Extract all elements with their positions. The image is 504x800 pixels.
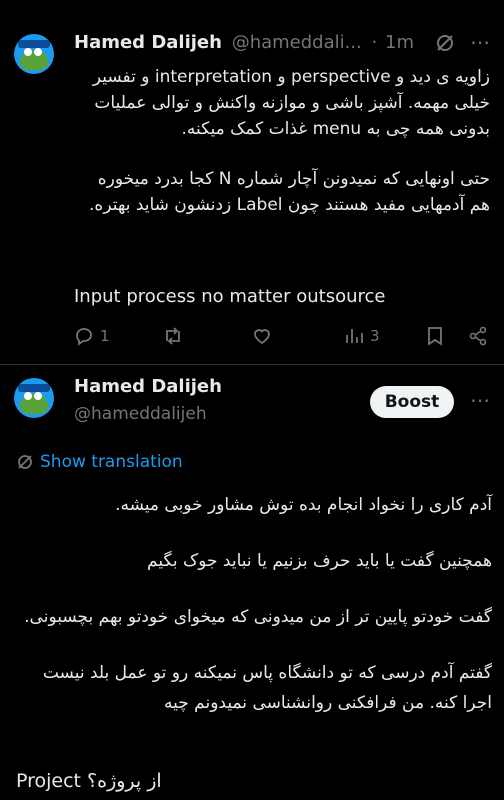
heart-icon [254,329,270,345]
timestamp[interactable]: 1m [385,32,414,53]
tweet-paragraph: گفت خودتو پایین تر از من میدونی که میخوا… [24,607,492,627]
bookmark-icon [428,327,442,346]
tweet-paragraph: زاویه ی دید و perspective و interpretati… [92,67,490,139]
like-button[interactable] [252,326,272,346]
show-translation-link[interactable]: Show translation [16,452,183,472]
show-translation-label[interactable]: Show translation [40,452,183,472]
boost-button[interactable]: Boost [370,386,454,418]
separator-dot: · [371,32,378,53]
bookmark-button[interactable] [426,326,444,346]
share-icon [469,326,487,346]
more-icon[interactable]: ⋯ [470,388,490,412]
tweet-paragraph: گفتم آدم درسی که تو دانشگاه پاس نمیکنه ر… [42,663,492,713]
reply-count: 1 [100,327,110,345]
repost-button[interactable] [162,326,184,346]
tweet-paragraph: حتی اونهایی که نمیدونن آچار شماره N کجا … [89,169,490,215]
tweet-paragraph: آدم کاری را نخواد انجام بده توش مشاور خو… [115,495,492,515]
share-button[interactable] [468,326,488,346]
author-name[interactable]: Hamed Dalijeh [74,376,222,397]
views-count: 3 [370,327,380,345]
tweet-text: زاویه ی دید و perspective و interpretati… [74,64,490,218]
avatar[interactable] [14,34,54,74]
repost-icon [166,327,180,345]
views-icon [346,329,363,343]
author-name[interactable]: Hamed Dalijeh [74,32,222,53]
tweet-paragraph: Project از پروژه؟ [16,770,162,792]
author-handle[interactable]: @hameddali... [232,32,362,53]
tweet-paragraph: Input process no matter outsource [74,286,386,307]
grok-icon[interactable] [434,32,456,54]
author-handle[interactable]: @hameddalijeh [74,404,207,424]
reply-icon [76,328,92,346]
avatar[interactable] [14,378,54,418]
tweet-text: آدم کاری را نخواد انجام بده توش مشاور خو… [16,490,492,718]
translate-icon [18,455,32,469]
more-icon[interactable]: ⋯ [470,30,491,54]
views-button[interactable]: 3 [344,326,380,346]
tweet-paragraph: همچنین گفت یا باید حرف بزنیم یا نباید جو… [147,551,492,571]
divider [0,364,504,365]
reply-button[interactable]: 1 [74,326,110,346]
tweet-header: Hamed Dalijeh @hameddali... · 1m [74,32,494,56]
